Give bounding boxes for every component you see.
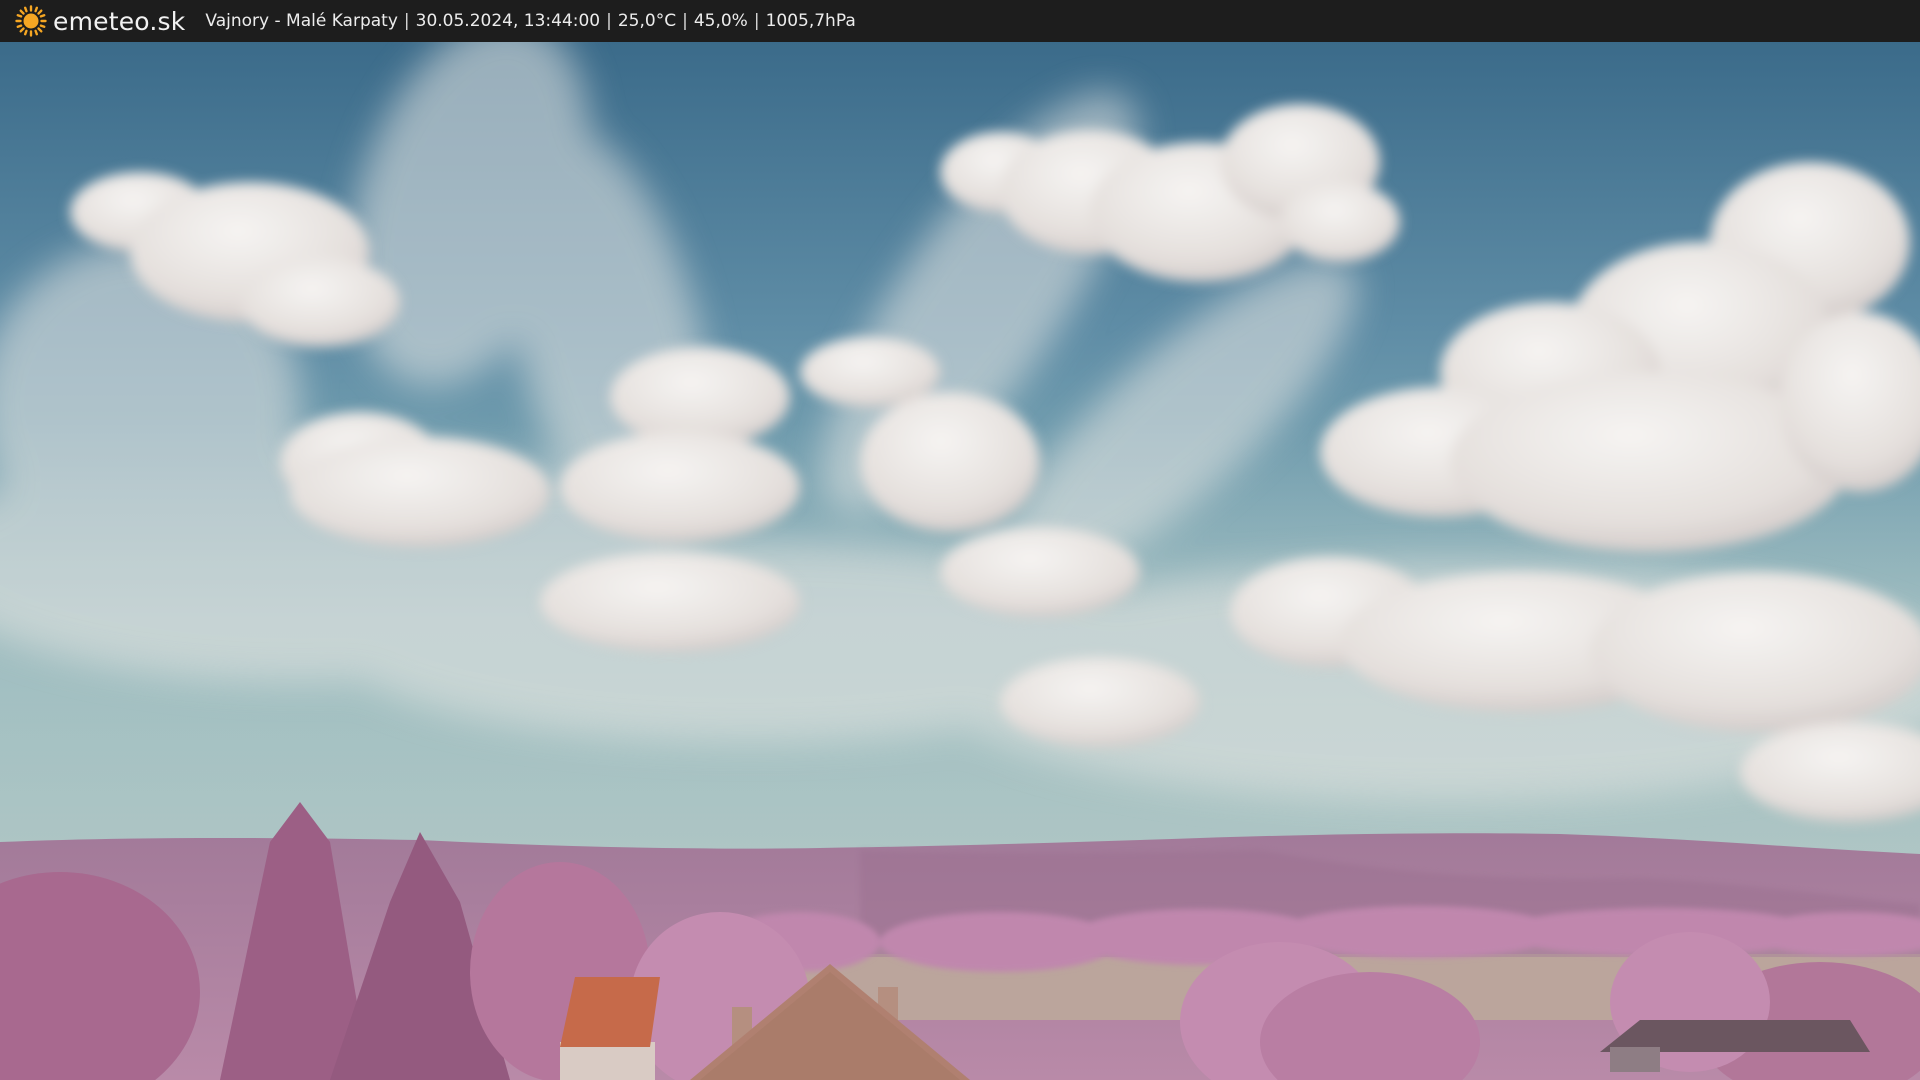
- humidity-label: 45,0%: [693, 11, 748, 31]
- house-red-roof: [560, 977, 660, 1080]
- webcam-frame: emeteo.sk Vajnory - Malé Karpaty | 30.05.2…: [0, 0, 1920, 1080]
- brand-name: emeteo.sk: [53, 6, 186, 36]
- webcam-image: [0, 42, 1920, 1080]
- location-label: Vajnory - Malé Karpaty: [205, 11, 398, 31]
- separator: |: [403, 11, 410, 31]
- brand-logo[interactable]: emeteo.sk: [14, 0, 185, 42]
- separator: |: [682, 11, 688, 31]
- sun-icon: [15, 5, 47, 37]
- datetime-label: 30.05.2024, 13:44:00: [415, 11, 601, 31]
- separator: |: [606, 11, 612, 31]
- temperature-label: 25,0°C: [617, 11, 677, 31]
- webcam-scene: [0, 42, 1920, 1080]
- separator: |: [753, 11, 760, 31]
- pressure-label: 1005,7hPa: [765, 11, 856, 31]
- observation-info: Vajnory - Malé Karpaty | 30.05.2024, 13:44…: [205, 11, 855, 31]
- info-bar: emeteo.sk Vajnory - Malé Karpaty | 30.05.2…: [0, 0, 1920, 42]
